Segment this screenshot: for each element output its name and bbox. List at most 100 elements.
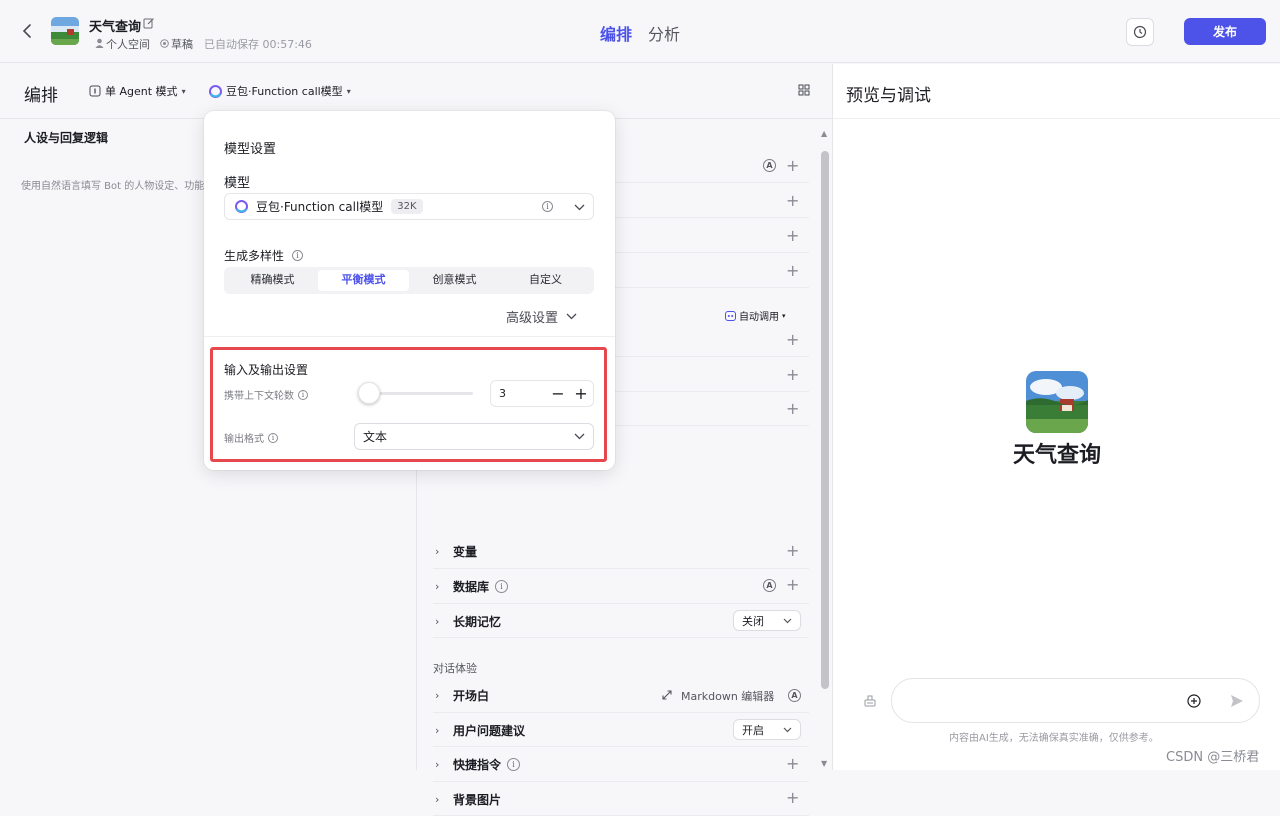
info-icon[interactable]: i [298, 389, 308, 400]
agent-mode-selector[interactable]: 单 Agent 模式 ▾ [89, 83, 186, 99]
auto-a-icon: A [763, 159, 776, 172]
markdown-editor-link[interactable]: Markdown 编辑器 [681, 688, 774, 704]
divider [833, 118, 1280, 119]
clear-context-icon[interactable] [863, 694, 877, 708]
list-item-opening[interactable]: › 开场白 [433, 678, 673, 712]
doubao-logo-icon [235, 200, 248, 213]
add-icon[interactable]: + [786, 332, 799, 348]
io-settings-title: 输入及输出设置 [224, 363, 309, 377]
output-format-select[interactable]: 文本 [354, 423, 594, 450]
list-item-background[interactable]: › 背景图片 [433, 782, 673, 816]
info-icon[interactable]: i [542, 201, 553, 212]
doubao-logo-icon [209, 84, 222, 98]
model-settings-popup: 模型设置 模型 豆包·Function call模型 32K i 生成多样性 i… [204, 111, 615, 470]
scrollbar-thumb[interactable] [821, 151, 829, 689]
list-item-variables[interactable]: › 变量 [433, 534, 809, 569]
chevron-right-icon: › [435, 757, 440, 771]
model-name: 豆包·Function call模型 [256, 200, 384, 214]
context-turns-label: 携带上下文轮数 [224, 391, 294, 402]
mode-precise[interactable]: 精确模式 [227, 270, 318, 291]
add-icon[interactable]: + [786, 790, 799, 806]
edit-icon[interactable] [143, 17, 155, 29]
list-item-question-suggestion[interactable]: › 用户问题建议 [433, 713, 673, 747]
draft-status-icon [159, 38, 169, 48]
info-icon[interactable]: i [292, 250, 304, 261]
preview-bot-name: 天气查询 [1012, 443, 1101, 468]
scroll-down-icon[interactable]: ▼ [821, 759, 827, 768]
auto-a-icon: A [763, 579, 776, 592]
list-item-label: 背景图片 [453, 792, 502, 807]
mode-balanced[interactable]: 平衡模式 [318, 270, 409, 291]
question-suggestion-select[interactable]: 开启 [733, 719, 801, 740]
arrange-title: 编排 [24, 86, 58, 106]
context-turns-stepper[interactable]: 3 − + [490, 380, 594, 407]
list-item-label: 长期记忆 [453, 614, 502, 629]
expand-icon[interactable] [662, 690, 672, 700]
model-section-title: 模型 [224, 176, 251, 191]
output-format-value: 文本 [363, 430, 388, 444]
dialog-section-title: 对话体验 [433, 662, 477, 675]
history-button[interactable] [1126, 18, 1154, 46]
add-icon[interactable]: + [786, 228, 799, 244]
add-icon[interactable]: + [786, 367, 799, 383]
increment-icon[interactable]: + [569, 384, 593, 403]
send-icon[interactable] [1230, 694, 1244, 708]
persona-placeholder[interactable]: 使用自然语言填写 Bot 的人物设定、功能 [21, 177, 204, 192]
tab-analysis[interactable]: 分析 [648, 21, 680, 45]
decrement-icon[interactable]: − [547, 384, 569, 403]
chevron-right-icon: › [435, 792, 440, 806]
autosave-text: 已自动保存 00:57:46 [204, 38, 312, 51]
add-icon[interactable]: + [786, 543, 799, 559]
user-icon [94, 38, 104, 48]
scrollbar[interactable]: ▲ ▼ [820, 129, 830, 769]
model-selector-label: 豆包·Function call模型 [226, 85, 343, 98]
list-item-shortcuts[interactable]: › 快捷指令 i [433, 747, 673, 781]
scroll-up-icon[interactable]: ▲ [821, 129, 827, 138]
ai-disclaimer: 内容由AI生成，无法确保真实准确，仅供参考。 [949, 733, 1159, 744]
popup-title: 模型设置 [224, 142, 277, 157]
context-turns-slider[interactable] [358, 382, 473, 404]
add-icon[interactable]: + [786, 263, 799, 279]
info-icon[interactable]: i [495, 579, 509, 593]
layout-grid-icon[interactable] [798, 84, 810, 96]
list-item-long-memory[interactable]: › 长期记忆 [433, 604, 733, 638]
info-icon[interactable]: i [507, 757, 521, 771]
add-icon[interactable]: + [786, 193, 799, 209]
context-turns-value[interactable]: 3 [499, 387, 547, 400]
preview-title: 预览与调试 [846, 86, 931, 106]
advanced-settings-toggle[interactable]: 高级设置 [506, 307, 577, 326]
add-icon[interactable]: + [786, 401, 799, 417]
auto-a-icon: A [788, 689, 801, 702]
chevron-right-icon: › [435, 579, 440, 593]
long-memory-select[interactable]: 关闭 [733, 610, 801, 631]
mode-creative[interactable]: 创意模式 [409, 270, 500, 291]
space-label: 个人空间 [106, 38, 150, 51]
caret-down-icon: ▾ [782, 311, 786, 320]
model-select[interactable]: 豆包·Function call模型 32K i [224, 193, 594, 220]
auto-call-icon [725, 310, 736, 321]
chevron-down-icon [566, 313, 577, 320]
divider [204, 336, 615, 337]
info-icon[interactable]: i [268, 432, 278, 443]
watermark-text: CSDN @三桥君 [1166, 750, 1260, 765]
bot-name: 天气查询 [89, 20, 142, 35]
diversity-mode-segmented[interactable]: 精确模式 平衡模式 创意模式 自定义 [224, 267, 594, 294]
chevron-right-icon: › [435, 723, 440, 737]
model-selector[interactable]: 豆包·Function call模型 ▾ [209, 83, 351, 99]
auto-call-selector[interactable]: 自动调用 ▾ [725, 308, 786, 323]
tab-arrange[interactable]: 编排 [600, 21, 632, 45]
publish-button[interactable]: 发布 [1184, 18, 1266, 45]
preview-bot-avatar [1026, 371, 1088, 433]
slider-thumb[interactable] [358, 382, 380, 404]
add-icon[interactable]: + [786, 158, 799, 174]
top-bar: 天气查询 个人空间 草稿 已自动保存 00:57:46 编排 分析 发布 [0, 0, 1280, 63]
chevron-down-icon [574, 204, 585, 211]
add-icon[interactable]: + [786, 577, 799, 593]
persona-title: 人设与回复逻辑 [24, 131, 109, 145]
chat-input[interactable] [891, 678, 1260, 723]
add-attachment-icon[interactable] [1187, 694, 1201, 708]
back-arrow-icon[interactable] [19, 22, 35, 40]
list-item-database[interactable]: › 数据库 i [433, 569, 733, 603]
context-turns-heading: 携带上下文轮数 i [224, 387, 308, 402]
mode-custom[interactable]: 自定义 [500, 270, 591, 291]
